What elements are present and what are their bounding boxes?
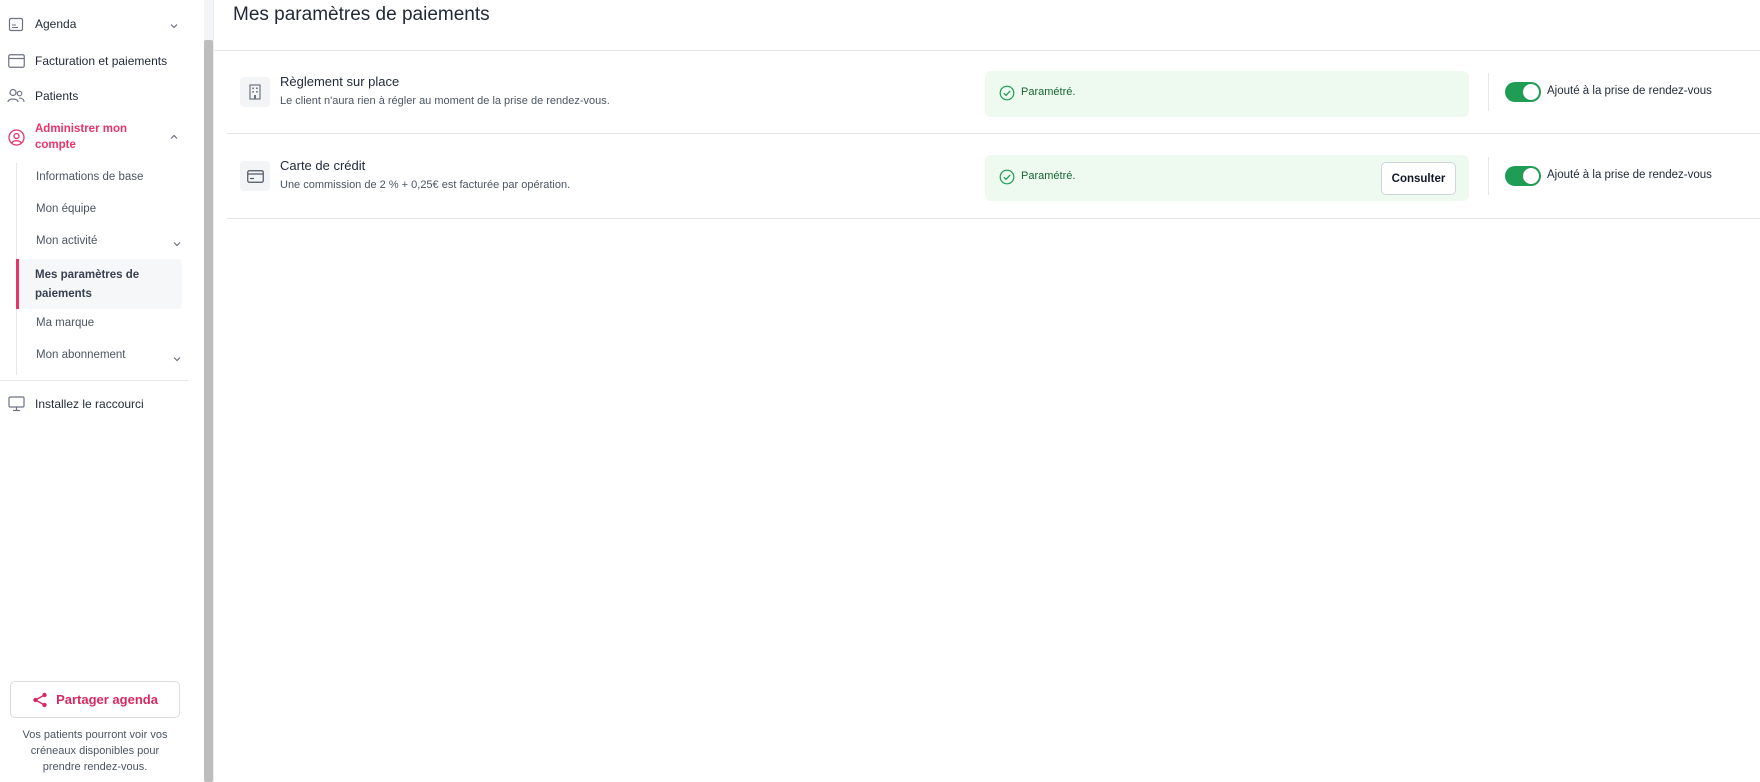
share-icon [33,692,47,707]
share-agenda-description: Vos patients pourront voir vos créneaux … [10,727,180,775]
consult-button[interactable]: Consulter [1381,162,1456,195]
sidebar-item-billing[interactable]: Facturation et paiements [0,51,190,71]
submenu-item-payments-label: Mes paramètres de paiements [35,266,165,304]
share-text-line: créneaux disponibles pour [30,745,160,757]
payment-method-description: Une commission de 2 % + 0,25€ est factur… [280,179,571,191]
credit-card-icon [7,52,25,70]
main-divider [213,0,214,782]
toggle-knob [1523,168,1539,184]
row-separator [1488,157,1489,195]
sidebar-item-label: compte [35,139,76,151]
chevron-down-icon[interactable] [172,239,182,249]
submenu-item-subscription[interactable]: Mon abonnement [36,349,126,361]
share-agenda-label: Partager agenda [56,692,158,707]
booking-toggle[interactable] [1505,82,1541,102]
sidebar-divider [0,380,188,381]
booking-toggle[interactable] [1505,166,1541,186]
submenu-label-line: Mes paramètres de [35,269,140,281]
payment-method-description: Le client n'aura rien à régler au moment… [280,95,610,107]
payment-method-row: Carte de crédit Une commission de 2 % + … [227,134,1760,218]
sidebar-item-shortcut[interactable]: Installez le raccourci [0,394,190,414]
toggle-knob [1523,84,1539,100]
active-indicator [16,259,19,309]
monitor-icon [7,395,25,413]
sidebar-item-account[interactable]: Administrer mon compte [0,120,190,154]
row-divider [227,218,1760,219]
sidebar-item-label: Facturation et paiements [35,54,168,68]
sidebar-item-patients[interactable]: Patients [0,86,190,106]
status-label: Paramétré. [1021,86,1076,98]
row-separator [1488,73,1489,111]
payment-method-row: Règlement sur place Le client n'aura rie… [227,50,1760,134]
sidebar-item-label: Patients [35,89,79,103]
sidebar-item-label: Administrer mon [35,123,128,135]
submenu-item-activity[interactable]: Mon activité [36,235,97,247]
status-badge: Paramétré. Consulter [985,155,1469,201]
sidebar: Agenda Facturation et paiements Patients… [0,0,204,782]
sidebar-scrollbar-thumb[interactable] [204,40,213,782]
sidebar-item-label: Agenda [35,17,77,31]
payment-method-title: Règlement sur place [280,74,400,89]
chevron-up-icon[interactable] [169,132,179,142]
chevron-down-icon[interactable] [172,354,182,364]
submenu-item-brand[interactable]: Ma marque [36,317,94,329]
submenu-item-team[interactable]: Mon équipe [36,203,96,215]
share-text-line: prendre rendez-vous. [42,761,148,773]
toggle-label: Ajouté à la prise de rendez-vous [1547,85,1712,97]
credit-card-icon [240,161,270,191]
sidebar-item-label: Installez le raccourci [35,397,144,411]
calendar-icon [7,16,25,34]
status-label: Paramétré. [1021,170,1076,182]
check-circle-icon [999,85,1015,101]
submenu-item-basics[interactable]: Informations de base [36,171,143,183]
payment-method-title: Carte de crédit [280,158,366,173]
building-icon [240,77,270,107]
user-circle-icon [7,128,25,146]
chevron-down-icon[interactable] [169,21,179,31]
sidebar-item-agenda[interactable]: Agenda [0,14,190,34]
page-title: Mes paramètres de paiements [233,4,490,25]
check-circle-icon [999,169,1015,185]
submenu-label-line: paiements [35,288,92,300]
status-badge: Paramétré. [985,71,1469,117]
share-text-line: Vos patients pourront voir vos [22,729,168,741]
toggle-label: Ajouté à la prise de rendez-vous [1547,169,1712,181]
users-icon [7,87,25,105]
share-agenda-button[interactable]: Partager agenda [10,681,180,718]
